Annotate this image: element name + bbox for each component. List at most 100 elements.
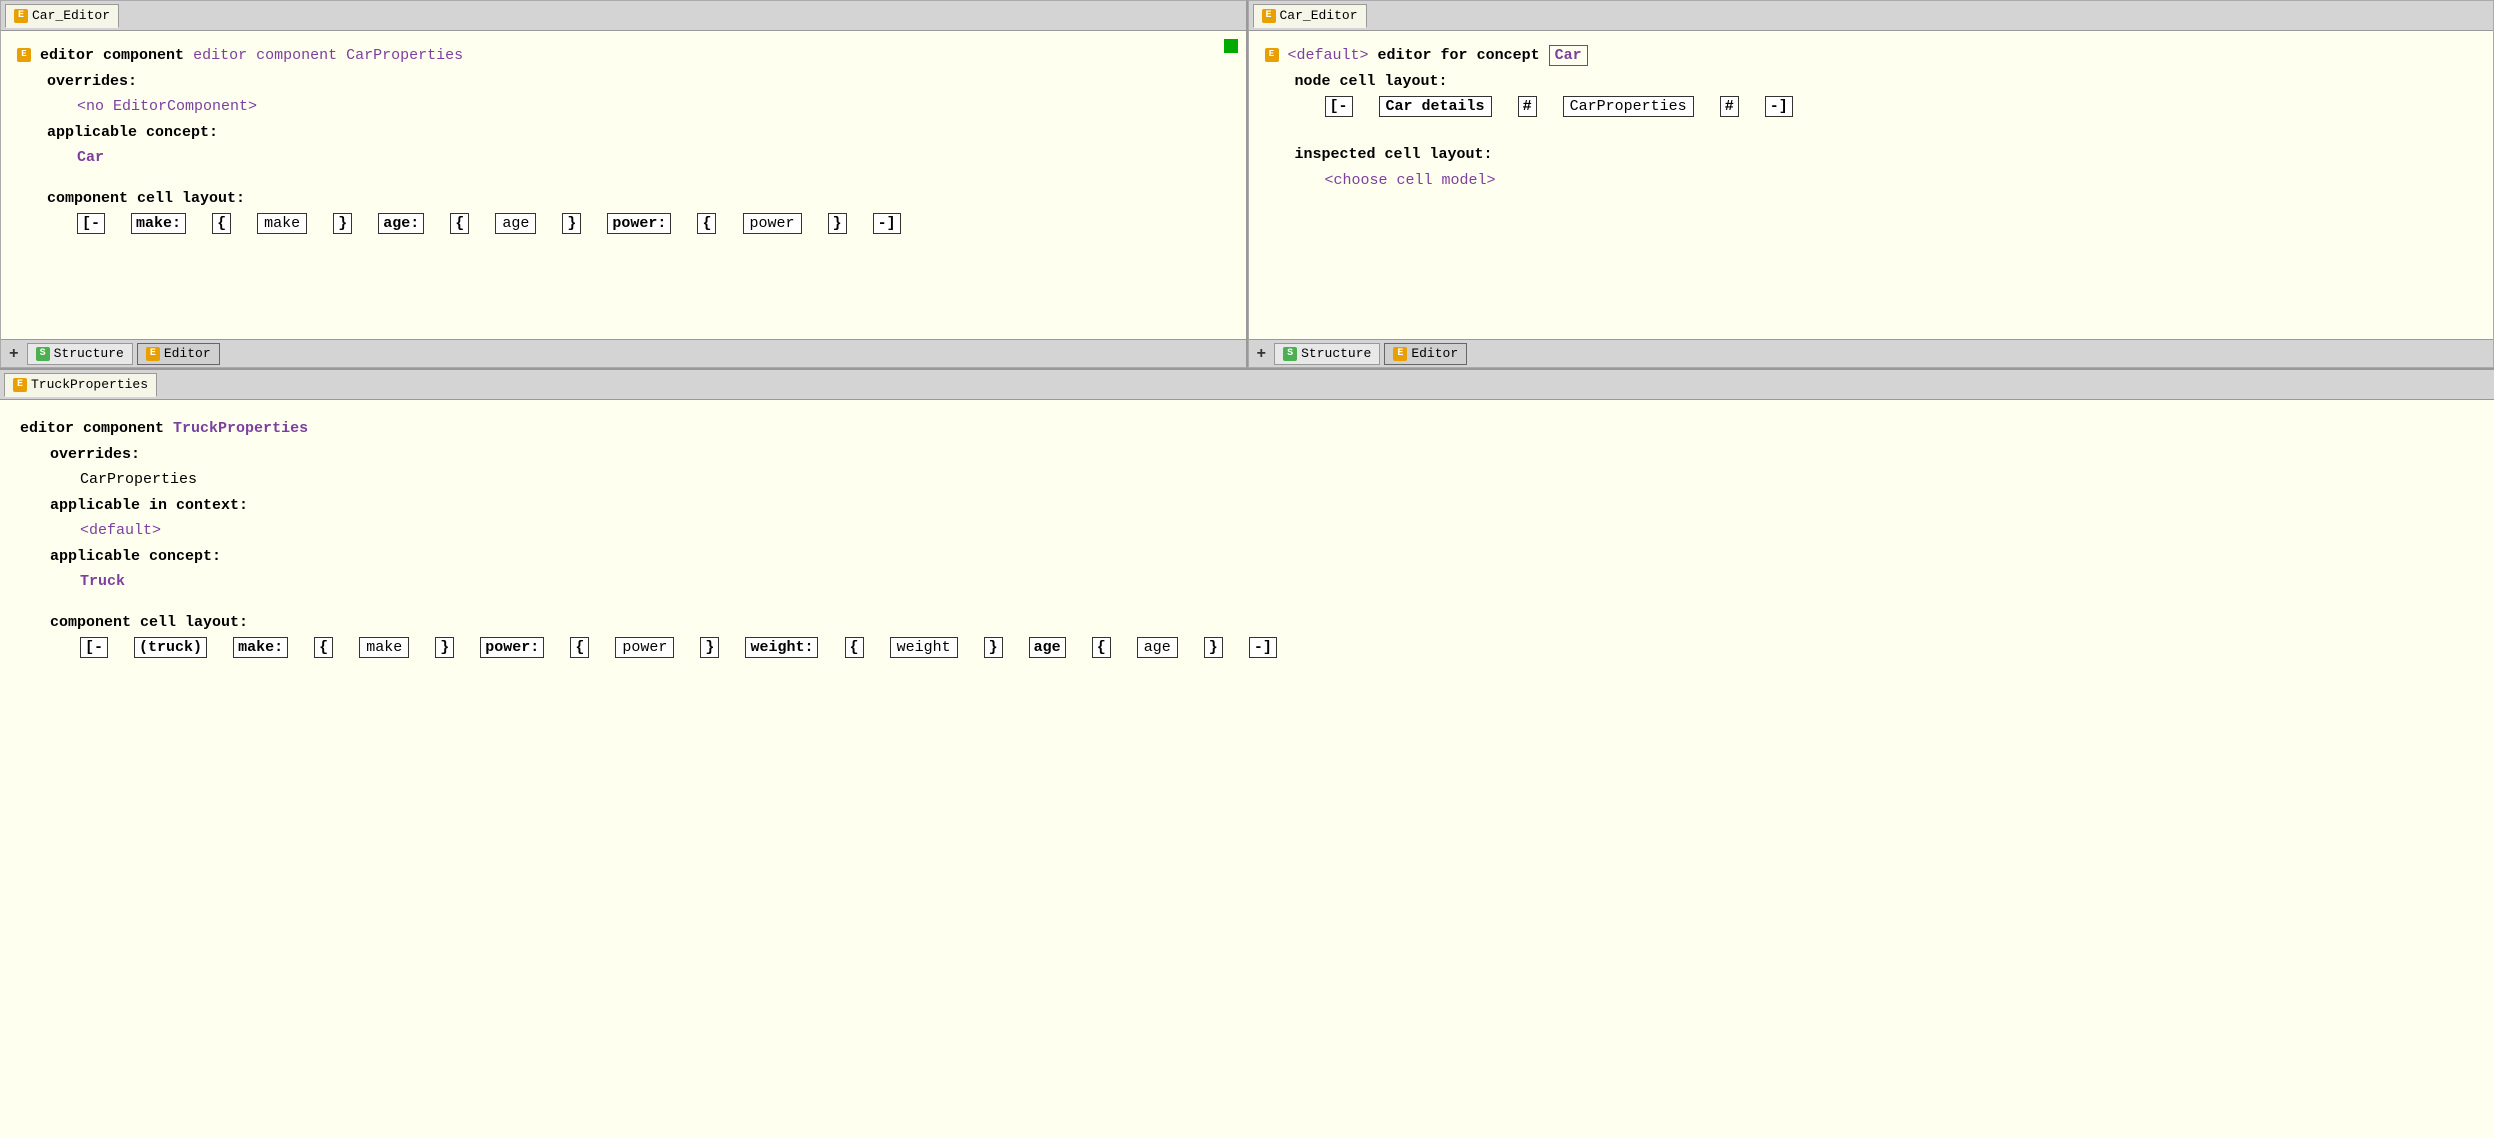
bottom-tab-bar: E TruckProperties	[0, 370, 2494, 400]
bottom-line-editor-component: editor component TruckProperties	[20, 416, 2474, 442]
truck-power-open: {	[570, 637, 589, 658]
left-structure-tab[interactable]: S Structure	[27, 343, 133, 365]
line-component-cell-layout: component cell layout:	[47, 186, 1230, 212]
bottom-cell-layout-row: [- (truck) make: { make } power: { power…	[80, 635, 2474, 661]
truck-weight-label: weight:	[745, 637, 818, 658]
truck-power-close: }	[700, 637, 719, 658]
line-cell-layout-row: [- make: { make } age: { age }	[77, 211, 1230, 237]
cell-power-label: power:	[607, 213, 671, 234]
cell-open: [-	[77, 213, 105, 234]
right-car-details: Car details	[1379, 96, 1492, 117]
left-tab-car-editor[interactable]: E Car_Editor	[5, 4, 119, 28]
cell-make-label: make:	[131, 213, 186, 234]
left-editor-label: Editor	[164, 346, 211, 361]
car-concept-boxed: Car	[1549, 45, 1588, 66]
truck-age-open: {	[1092, 637, 1111, 658]
right-cell-open: [-	[1325, 96, 1353, 117]
bottom-spacer	[20, 595, 2474, 610]
line-overrides: overrides:	[47, 69, 1230, 95]
truck-cell-open: [-	[80, 637, 108, 658]
line-default-editor: E <default> editor for concept Car	[1265, 43, 2478, 69]
cell-power-close: }	[828, 213, 847, 234]
right-editor-label: Editor	[1411, 346, 1458, 361]
bottom-code-area: editor component TruckProperties overrid…	[0, 400, 2494, 1138]
truck-make-close: }	[435, 637, 454, 658]
right-structure-label: Structure	[1301, 346, 1371, 361]
editor-icon-small: E	[17, 48, 31, 62]
truck-properties-tab[interactable]: E TruckProperties	[4, 373, 157, 397]
line-editor-component: E editor component editor component CarP…	[17, 43, 1230, 69]
left-plus-button[interactable]: +	[5, 345, 23, 363]
cell-make-close: }	[333, 213, 352, 234]
right-tab-label: Car_Editor	[1280, 8, 1358, 23]
line-choose-cell: <choose cell model>	[1325, 168, 2478, 194]
truck-make-open: {	[314, 637, 333, 658]
right-tab-car-editor[interactable]: E Car_Editor	[1253, 4, 1367, 28]
line-node-cell-layout: node cell layout:	[1295, 69, 2478, 95]
line-no-editor: <no EditorComponent>	[77, 94, 1230, 120]
right-bottom-tabs: + S Structure E Editor	[1249, 339, 2494, 367]
right-carprops: CarProperties	[1563, 96, 1694, 117]
green-indicator	[1224, 39, 1238, 53]
truck-weight-var: weight	[890, 637, 958, 658]
truck-power-label: power:	[480, 637, 544, 658]
bottom-line-carprops: CarProperties	[80, 467, 2474, 493]
truck-weight-open: {	[845, 637, 864, 658]
bottom-line-applicable-concept: applicable concept:	[50, 544, 2474, 570]
spacer1	[17, 171, 1230, 186]
cell-power-open: {	[697, 213, 716, 234]
line-applicable-concept: applicable concept:	[47, 120, 1230, 146]
truck-make-label: make:	[233, 637, 288, 658]
bottom-line-component-cell-layout: component cell layout:	[50, 610, 2474, 636]
left-code-area: E editor component editor component CarP…	[1, 31, 1246, 339]
right-tab-bar: E Car_Editor	[1249, 1, 2494, 31]
truck-make-var: make	[359, 637, 409, 658]
cell-make-var: make	[257, 213, 307, 234]
truck-tab-label: TruckProperties	[31, 377, 148, 392]
left-panel: E Car_Editor E editor component editor c…	[0, 0, 1248, 368]
right-editor-tab[interactable]: E Editor	[1384, 343, 1467, 365]
truck-prefix: (truck)	[134, 637, 207, 658]
truck-age-label: age	[1029, 637, 1066, 658]
cell-age-var: age	[495, 213, 536, 234]
left-tab-editor-icon: E	[14, 9, 28, 23]
right-editor-tab-icon: E	[1393, 347, 1407, 361]
right-structure-tab[interactable]: S Structure	[1274, 343, 1380, 365]
right-hash1: #	[1518, 96, 1537, 117]
cell-make-open: {	[212, 213, 231, 234]
right-structure-icon: S	[1283, 347, 1297, 361]
left-tab-bar: E Car_Editor	[1, 1, 1246, 31]
cell-age-open: {	[450, 213, 469, 234]
truck-cell-close: -]	[1249, 637, 1277, 658]
right-plus-button[interactable]: +	[1253, 345, 1271, 363]
left-structure-label: Structure	[54, 346, 124, 361]
bottom-line-applicable-context: applicable in context:	[50, 493, 2474, 519]
truck-age-close: }	[1204, 637, 1223, 658]
bottom-line-default: <default>	[80, 518, 2474, 544]
line-car-concept: Car	[77, 145, 1230, 171]
truck-power-var: power	[615, 637, 674, 658]
right-spacer	[1265, 120, 2478, 143]
cell-age-close: }	[562, 213, 581, 234]
truck-age-var: age	[1137, 637, 1178, 658]
right-cell-close: -]	[1765, 96, 1793, 117]
right-editor-icon-small: E	[1265, 48, 1279, 62]
cell-age-label: age:	[378, 213, 424, 234]
right-code-area: E <default> editor for concept Car node …	[1249, 31, 2494, 339]
truck-weight-close: }	[984, 637, 1003, 658]
left-tab-label: Car_Editor	[32, 8, 110, 23]
right-panel: E Car_Editor E <default> editor for conc…	[1248, 0, 2494, 368]
bottom-line-truck: Truck	[80, 569, 2474, 595]
cell-close: -]	[873, 213, 901, 234]
line-inspected-label: inspected cell layout:	[1295, 142, 2478, 168]
bottom-line-overrides: overrides:	[50, 442, 2474, 468]
truck-tab-icon: E	[13, 378, 27, 392]
line-node-cell-row: [- Car details # CarProperties # -]	[1325, 94, 2478, 120]
cell-power-var: power	[743, 213, 802, 234]
left-bottom-tabs: + S Structure E Editor	[1, 339, 1246, 367]
right-tab-editor-icon: E	[1262, 9, 1276, 23]
right-hash2: #	[1720, 96, 1739, 117]
left-editor-tab[interactable]: E Editor	[137, 343, 220, 365]
bottom-panel: E TruckProperties editor component Truck…	[0, 370, 2494, 1138]
left-structure-icon: S	[36, 347, 50, 361]
